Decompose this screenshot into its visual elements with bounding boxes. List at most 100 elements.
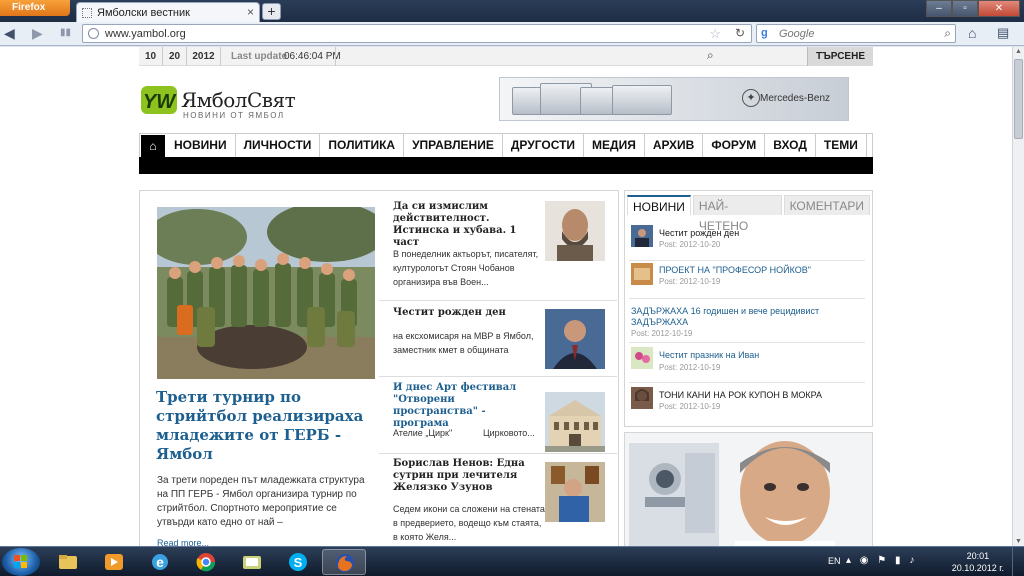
news-title[interactable]: Честит рожден ден: [659, 228, 739, 239]
taskbar-folder[interactable]: [230, 549, 274, 575]
tab-nai-cheteno[interactable]: НАЙ-ЧЕТЕНО: [692, 195, 782, 233]
article-excerpt: Ателие „Цирк": [393, 428, 453, 438]
taskbar-explorer[interactable]: [46, 549, 90, 575]
tab-close-icon[interactable]: ×: [247, 5, 254, 19]
date-year: 2012: [187, 47, 221, 66]
windows-logo-icon: [14, 555, 27, 568]
read-more-link[interactable]: Read more...: [157, 538, 209, 546]
news-title[interactable]: ПРОЕКТ НА "ПРОФЕСОР НОЙКОВ": [659, 265, 811, 276]
article-item[interactable]: Да си измислим действителност. Истинска …: [379, 201, 617, 301]
minimize-icon[interactable]: –: [926, 0, 952, 17]
article-title[interactable]: Да си измислим действителност. Истинска …: [393, 201, 543, 249]
article-thumbnail[interactable]: [545, 462, 605, 522]
nav-item-vhod[interactable]: ВХОД: [765, 134, 816, 157]
taskbar-firefox[interactable]: [322, 549, 366, 575]
site-search-input[interactable]: [705, 47, 805, 66]
news-date: Post: 2012-10-20: [659, 240, 721, 249]
nav-item-drugosti[interactable]: ДРУГОСТИ: [503, 134, 585, 157]
nav-item-temi[interactable]: ТЕМИ: [816, 134, 867, 157]
language-indicator[interactable]: EN: [828, 556, 841, 566]
logo-name: ЯмболСвят: [181, 88, 296, 112]
article-thumbnail[interactable]: [545, 201, 605, 261]
search-icon[interactable]: ⌕: [944, 26, 951, 41]
browser-search-bar[interactable]: g ⌕: [756, 24, 956, 43]
system-clock[interactable]: 20:01 20.10.2012 г.: [952, 550, 1004, 574]
browser-tab[interactable]: Ямболски вестник ×: [76, 2, 260, 22]
sidebar-news-item[interactable]: ТОНИ КАНИ НА РОК КУПОН В МОКРА Post: 201…: [629, 387, 865, 423]
scroll-up-icon[interactable]: ▲: [1015, 48, 1022, 55]
news-title[interactable]: ТОНИ КАНИ НА РОК КУПОН В МОКРА: [659, 390, 822, 401]
article-thumbnail[interactable]: [545, 309, 605, 369]
home-icon[interactable]: ⌂: [968, 25, 976, 41]
site-search-button[interactable]: ТЪРСЕНЕ: [807, 47, 873, 66]
forward-arrow-icon[interactable]: ▶: [32, 25, 43, 42]
article-item[interactable]: Борислав Ненов: Една сутрин при лечителя…: [379, 456, 617, 546]
optician-ad[interactable]: [624, 432, 873, 546]
nav-item-arhiv[interactable]: АРХИВ: [645, 134, 704, 157]
sidebar-news-item[interactable]: Честит празник на Иван Post: 2012-10-19: [629, 347, 865, 383]
tray-icons[interactable]: ▴ ◉ ⚑ ▮ ♪: [846, 555, 917, 566]
taskbar-chrome[interactable]: [184, 549, 228, 575]
firefox-icon: [336, 554, 354, 572]
divider: [335, 47, 336, 66]
news-title[interactable]: ЗАДЪРЖАХА 16 годишен и вече рецидивист З…: [631, 306, 861, 328]
scrollbar-thumb[interactable]: [1014, 59, 1023, 139]
nav-item-novini[interactable]: НОВИНИ: [166, 134, 236, 157]
windows-taskbar: e S EN ▴ ◉ ⚑ ▮ ♪ 20:01 20.10.2012 г.: [0, 546, 1024, 576]
article-title[interactable]: И днес Арт фестивал "Отворени пространст…: [393, 382, 543, 430]
article-excerpt: Цирковото...: [483, 428, 535, 438]
page-scrollbar[interactable]: ▲ ▼: [1012, 47, 1024, 546]
tab-novini[interactable]: НОВИНИ: [627, 195, 691, 215]
close-window-icon[interactable]: ✕: [978, 0, 1020, 17]
logo-mark-text: YW: [143, 91, 177, 113]
back-arrow-icon[interactable]: ◀: [4, 25, 15, 42]
scroll-down-icon[interactable]: ▼: [1015, 538, 1022, 545]
nav-item-lichnosti[interactable]: ЛИЧНОСТИ: [236, 134, 321, 157]
show-desktop-button[interactable]: [1012, 547, 1024, 576]
theatre-building-image: [545, 392, 605, 452]
sidebar-news-item[interactable]: ЗАДЪРЖАХА 16 годишен и вече рецидивист З…: [629, 301, 865, 343]
address-bar[interactable]: www.yambol.org ☆ ↻: [82, 24, 752, 43]
svg-text:S: S: [294, 555, 303, 570]
nav-item-upravlenie[interactable]: УПРАВЛЕНИЕ: [404, 134, 503, 157]
article-item[interactable]: И днес Арт фестивал "Отворени пространст…: [379, 378, 617, 454]
bookmark-star-icon[interactable]: ☆: [709, 26, 721, 42]
browser-navbar: ◀ ▶ ▮▮ www.yambol.org ☆ ↻ g ⌕ ⌂ ▤: [0, 22, 1024, 46]
article-item[interactable]: Честит рожден ден на ексхомисаря на МВР …: [379, 303, 617, 377]
taskbar-media-player[interactable]: [92, 549, 136, 575]
reload-icon[interactable]: ↻: [735, 26, 745, 40]
hunters-group-image: [157, 207, 375, 379]
taskbar-skype[interactable]: S: [276, 549, 320, 575]
new-tab-button[interactable]: +: [262, 3, 281, 20]
browser-search-input[interactable]: [779, 26, 933, 41]
taskbar-ie[interactable]: e: [138, 549, 182, 575]
google-icon[interactable]: g: [761, 27, 768, 39]
article-title[interactable]: Борислав Ненов: Една сутрин при лечителя…: [393, 458, 543, 494]
site-logo[interactable]: YW ЯмболСвят НОВИНИ ОТ ЯМБОЛ: [141, 82, 311, 122]
news-title[interactable]: Честит празник на Иван: [659, 350, 759, 361]
bookmarks-icon[interactable]: ▤: [997, 25, 1009, 41]
nav-home-icon[interactable]: ⌂: [141, 135, 165, 157]
tab-komentari[interactable]: КОМЕНТАРИ: [783, 195, 870, 215]
nav-item-politika[interactable]: ПОЛИТИКА: [320, 134, 405, 157]
article-title[interactable]: Честит рожден ден: [393, 307, 543, 319]
mercedes-banner-ad[interactable]: ✦ Mercedes-Benz: [499, 77, 849, 121]
article-thumbnail[interactable]: [545, 392, 605, 452]
featured-photo[interactable]: [157, 207, 375, 379]
featured-title[interactable]: Трети турнир по стрийтбол реализираха мл…: [156, 388, 376, 464]
firefox-menu-button[interactable]: Firefox: [0, 0, 70, 16]
maximize-icon[interactable]: ▫: [952, 0, 978, 17]
logo-subtitle: НОВИНИ ОТ ЯМБОЛ: [183, 111, 285, 120]
sidebar-news-item[interactable]: Честит рожден ден Post: 2012-10-20: [629, 225, 865, 261]
page-viewport: 10 20 2012 Last update 06:46:04 PM ⌕ ТЪР…: [0, 47, 1012, 546]
start-button[interactable]: [2, 548, 40, 576]
url-text[interactable]: www.yambol.org: [105, 28, 186, 40]
news-date: Post: 2012-10-19: [631, 329, 693, 338]
sidebar-news-item[interactable]: ПРОЕКТ НА "ПРОФЕСОР НОЙКОВ" Post: 2012-1…: [629, 263, 865, 299]
healer-photo-image: [545, 462, 605, 522]
nav-item-forum[interactable]: ФОРУМ: [703, 134, 766, 157]
man-portrait-image: [545, 201, 605, 261]
flowers-thumb-image: [631, 347, 653, 369]
nav-item-media[interactable]: МЕДИЯ: [584, 134, 645, 157]
article-excerpt: на ексхомисаря на МВР в Ямбол, заместник…: [393, 331, 534, 355]
